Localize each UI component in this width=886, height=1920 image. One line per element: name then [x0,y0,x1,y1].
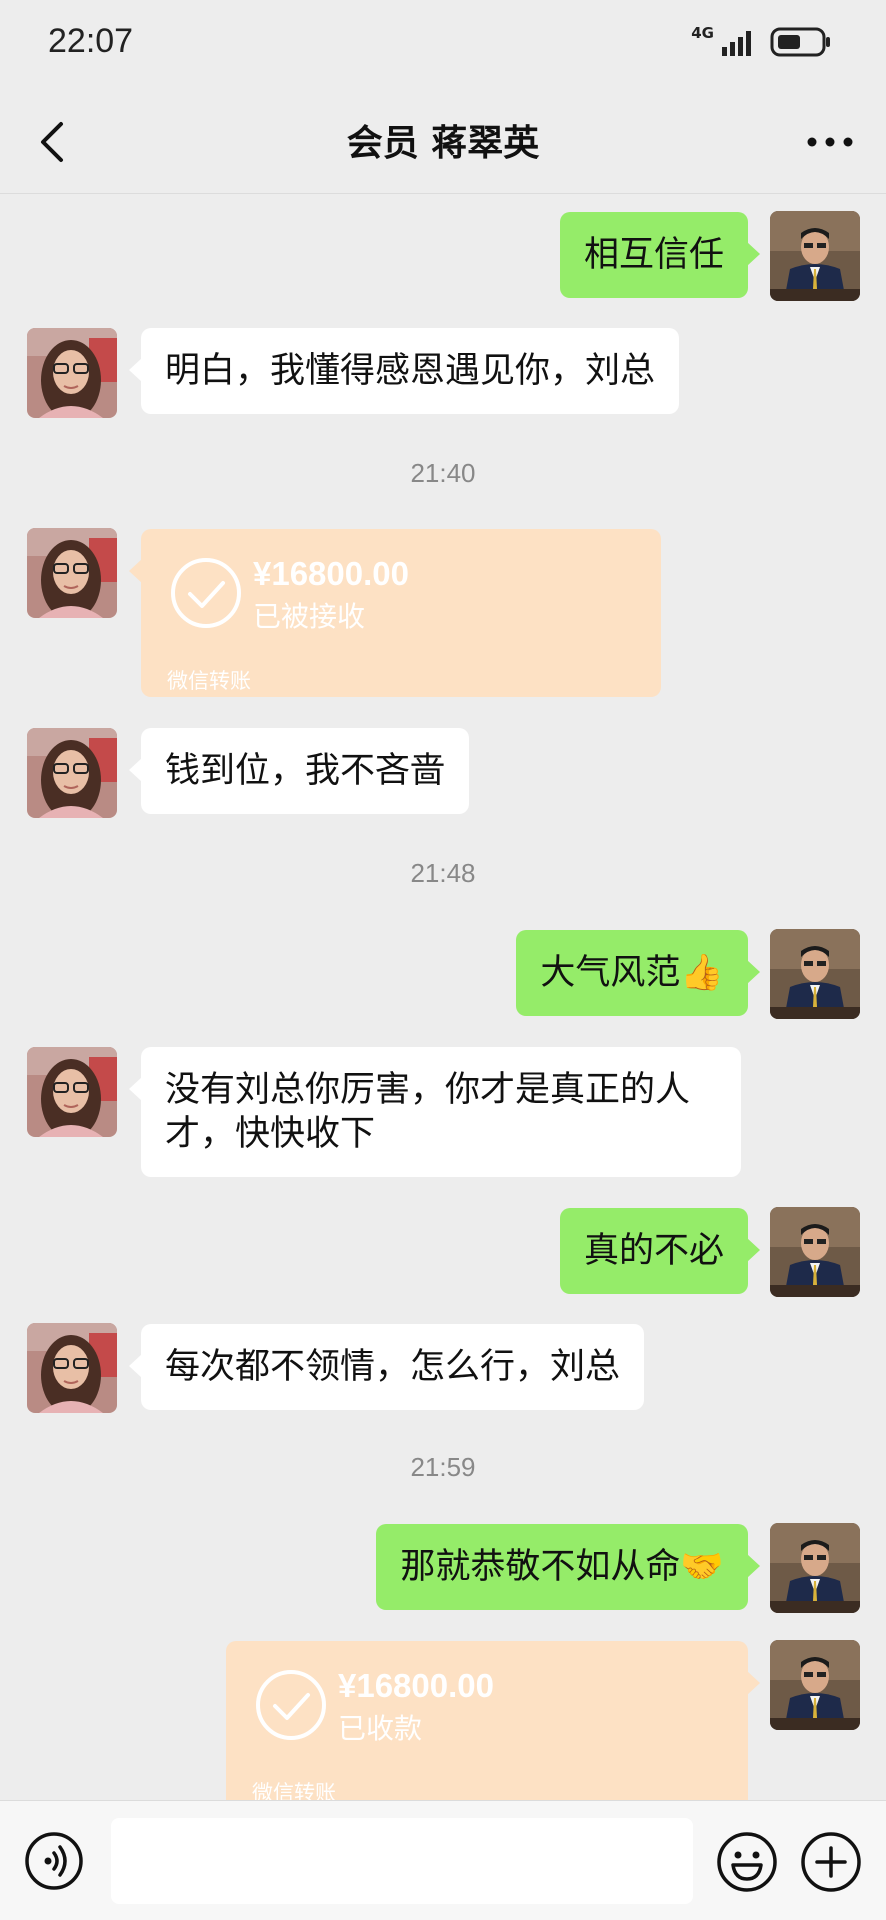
voice-icon[interactable] [24,1831,84,1891]
network-label: 4G [691,24,714,42]
transfer-amount: ¥16800.00 [338,1667,494,1704]
message-bubble-outgoing[interactable]: 大气风范👍 [516,930,760,1016]
timestamp: 21:40 [410,458,476,488]
avatar-self[interactable] [770,1523,860,1613]
nav-bar: 会员 蒋翠英 [0,90,886,194]
avatar-self[interactable] [770,211,860,301]
signal-icon [722,31,751,56]
timestamp: 21:48 [410,858,476,888]
avatar-contact[interactable] [27,1323,117,1413]
message-bubble-incoming[interactable]: 钱到位，我不吝啬 [128,728,470,814]
status-bar: 22:07 4G [0,0,886,90]
message-bubble-outgoing[interactable]: 真的不必 [559,1208,761,1294]
battery-icon [770,27,830,57]
status-time: 22:07 [48,22,134,60]
transfer-amount: ¥16800.00 [253,555,409,592]
transfer-status: 已收款 [338,1712,423,1745]
check-circle-icon [256,1670,326,1740]
transfer-status: 已被接收 [253,600,366,633]
more-button[interactable] [800,116,860,168]
chat-area[interactable]: 相互信任 明白，我懂得感恩遇见你，刘总 21:40 ¥16800.00 已被接收… [0,194,886,1800]
check-circle-icon [171,558,241,628]
input-bar [0,1800,886,1920]
transfer-label: 微信转账 [252,1781,336,1800]
avatar-self[interactable] [770,1640,860,1730]
message-bubble-outgoing[interactable]: 相互信任 [559,212,761,298]
message-bubble-outgoing[interactable]: 那就恭敬不如从命🤝 [376,1524,760,1610]
more-horizontal-icon [807,137,853,147]
avatar-contact[interactable] [27,1047,117,1137]
status-icons: 4G [691,24,832,60]
message-input[interactable] [111,1818,693,1904]
avatar-self[interactable] [770,1207,860,1297]
message-bubble-incoming[interactable]: 每次都不领情，怎么行，刘总 [128,1324,645,1410]
avatar-contact[interactable] [27,528,117,618]
message-bubble-incoming[interactable]: 明白，我懂得感恩遇见你，刘总 [128,328,680,414]
transfer-card[interactable]: ¥16800.00 已被接收 微信转账 [129,529,661,697]
emoji-icon[interactable] [716,1831,778,1893]
transfer-card[interactable]: ¥16800.00 已收款 微信转账 [226,1641,760,1800]
chat-title: 会员 蒋翠英 [346,123,540,164]
avatar-self[interactable] [770,929,860,1019]
timestamp: 21:59 [410,1452,476,1482]
message-bubble-incoming[interactable]: 没有刘总你厉害，你才是真正的人才，快快收下 [129,1047,741,1177]
plus-icon[interactable] [800,1831,862,1893]
avatar-contact[interactable] [27,728,117,818]
transfer-label: 微信转账 [167,669,251,693]
avatar-contact[interactable] [27,328,117,418]
